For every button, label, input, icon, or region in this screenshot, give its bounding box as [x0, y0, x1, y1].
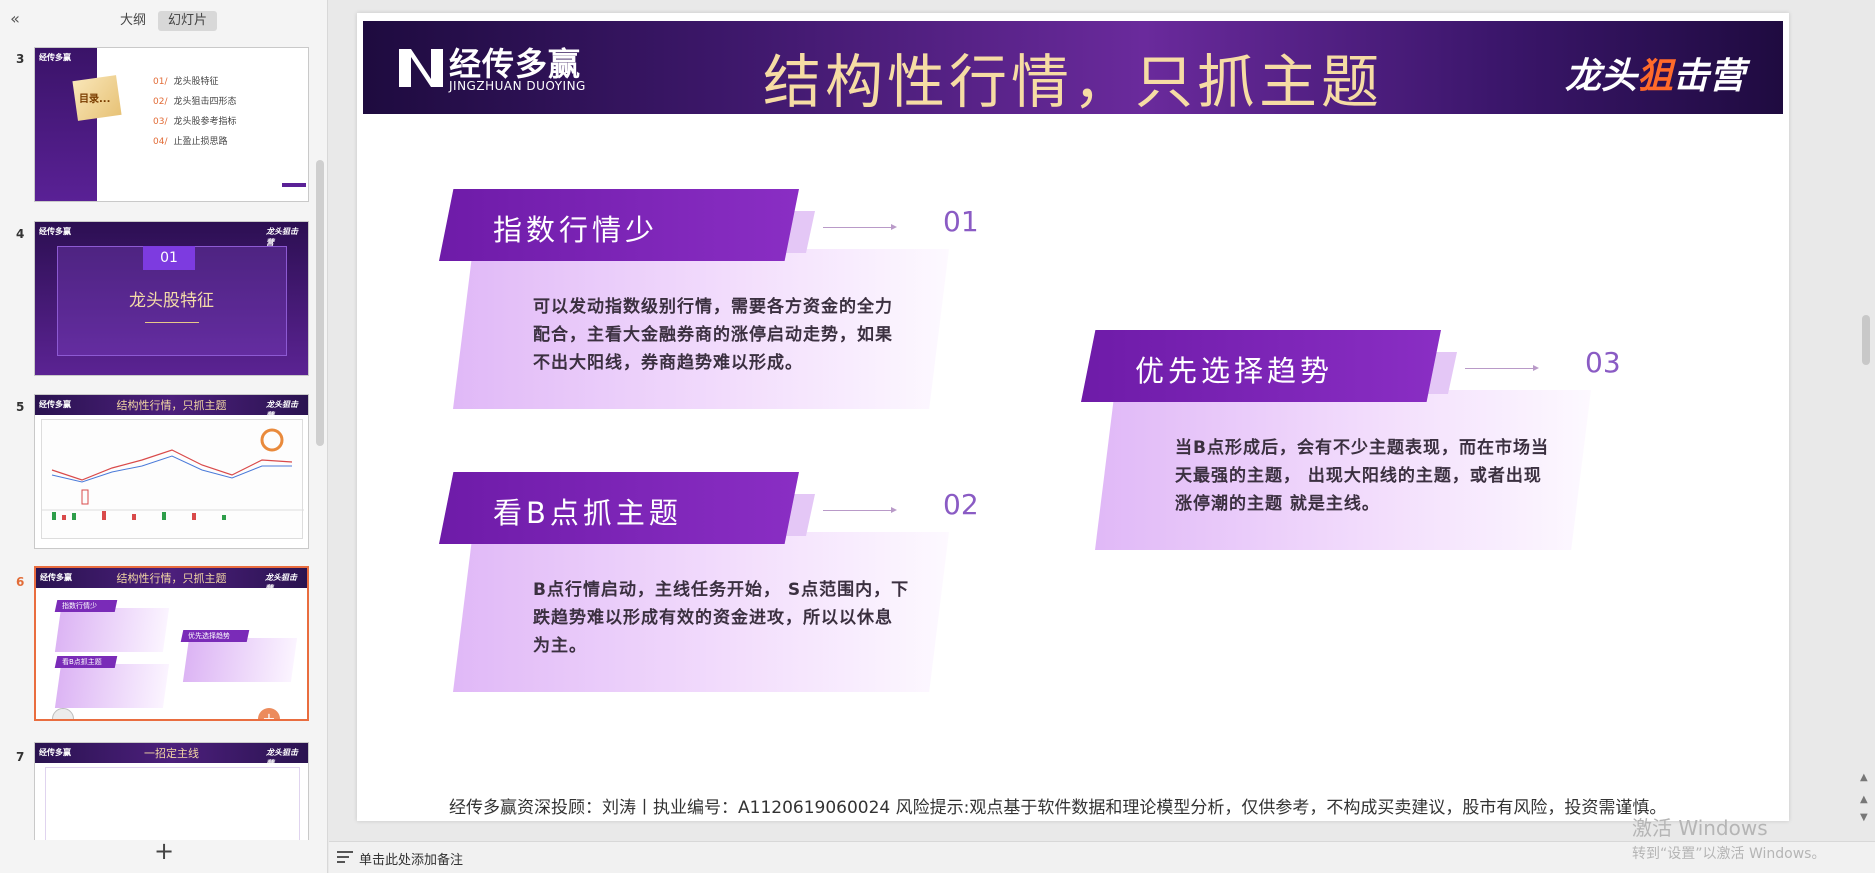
thumb-number: 6: [16, 575, 25, 589]
tab-outline[interactable]: 大纲: [110, 11, 156, 31]
brand-logo: 龙头狙击营: [1564, 56, 1745, 97]
next-slide-icon[interactable]: ▼: [1860, 812, 1868, 823]
thumb-brand: 龙头狙击营: [266, 227, 298, 247]
pane-header: « 大纲 幻灯片: [0, 0, 328, 40]
collapse-pane-icon[interactable]: «: [6, 10, 24, 28]
section-line: B点行情启动，主线任务开始， S点范围内，下: [533, 580, 910, 600]
thumb-toc-item: 04/止盈止损思路: [153, 137, 228, 147]
play-slide-icon[interactable]: [52, 708, 74, 719]
thumb-brand: 龙头狙击营: [266, 400, 298, 420]
thumb-number: 7: [16, 750, 25, 764]
thumb-section-label: 指数行情少: [62, 602, 97, 610]
thumb-divider: [145, 322, 199, 323]
thumb-section-badge: 01: [143, 246, 195, 270]
section-number: 02: [943, 488, 979, 521]
thumb-section-box: [54, 608, 170, 652]
thumb-section-box: [182, 638, 298, 682]
slide-banner: 经传多赢 JINGZHUAN DUOYING 结构性行情，只抓主题 龙头狙击营: [363, 21, 1783, 116]
thumb-logo: 经传多赢: [39, 53, 71, 62]
section-title: 优先选择趋势: [1135, 354, 1334, 388]
thumb-toc-item: 01/龙头股特征: [153, 77, 219, 87]
section-title: 看B点抓主题: [493, 496, 682, 530]
thumb-brand: 龙头狙击营: [266, 748, 298, 768]
section-line: 为主。: [533, 636, 587, 656]
thumbnail-list: 3 经传多赢 目录... 01/龙头股特征 02/龙头狙击四形态 03/龙头股参…: [0, 40, 316, 840]
thumbnail-slide-4[interactable]: 经传多赢 龙头狙击营 01 龙头股特征: [34, 221, 309, 376]
notes-icon: [337, 851, 353, 863]
thumb-brand: 龙头狙击营: [265, 573, 297, 593]
section-number: 03: [1585, 346, 1621, 379]
thumb-footer-mark: [282, 183, 306, 187]
thumb-chart-graphic: [42, 428, 304, 520]
section-line: 当B点形成后，会有不少主题表现，而在市场当: [1175, 438, 1549, 458]
section-title: 指数行情少: [493, 213, 659, 247]
section-line: 不出大阳线，券商趋势难以形成。: [533, 353, 803, 373]
arrow-right-icon: [823, 507, 897, 513]
thumb-logo: 经传多赢: [39, 227, 71, 236]
thumb-stock-chart: [41, 419, 304, 539]
thumb-section-label: 优先选择趋势: [188, 632, 230, 640]
thumbnail-slide-3[interactable]: 经传多赢 目录... 01/龙头股特征 02/龙头狙击四形态 03/龙头股参考指…: [34, 47, 309, 202]
section-body: 当B点形成后，会有不少主题表现，而在市场当 天最强的主题， 出现大阳线的主题，或…: [1175, 434, 1595, 518]
section-body: B点行情启动，主线任务开始， S点范围内，下 跌趋势难以形成有效的资金进攻，所以…: [533, 576, 953, 660]
section-line: 天最强的主题， 出现大阳线的主题，或者出现: [1175, 466, 1542, 486]
section-line: 配合，主看大金融券商的涨停启动走势，如果: [533, 325, 893, 345]
section-number: 01: [943, 205, 979, 238]
section-line: 可以发动指数级别行情，需要各方资金的全力: [533, 297, 893, 317]
windows-activation-watermark: 激活 Windows 转到“设置”以激活 Windows。: [1632, 812, 1825, 863]
slide-thumbnail-pane: « 大纲 幻灯片 3 经传多赢 目录... 01/龙头股特征 02/龙头狙击四形…: [0, 0, 328, 873]
thumbnail-slide-5[interactable]: 经传多赢 结构性行情，只抓主题 龙头狙击营: [34, 394, 309, 549]
add-slide-button[interactable]: +: [152, 839, 176, 864]
slide-editor: 经传多赢 JINGZHUAN DUOYING 结构性行情，只抓主题 龙头狙击营 …: [329, 0, 1875, 840]
thumb-toc-item: 03/龙头股参考指标: [153, 117, 237, 127]
section-01[interactable]: 指数行情少 01 可以发动指数级别行情，需要各方资金的全力 配合，主看大金融券商…: [439, 189, 979, 429]
thumb-decoration: [35, 48, 97, 201]
thumb-toc-item: 02/龙头狙击四形态: [153, 97, 237, 107]
thumb-number: 5: [16, 400, 25, 414]
prev-slide-icon[interactable]: ▲: [1860, 794, 1868, 805]
thumbnail-scrollbar[interactable]: [316, 160, 324, 446]
thumb-number: 4: [16, 227, 25, 241]
thumb-number: 3: [16, 52, 25, 66]
thumbnail-slide-7[interactable]: 经传多赢 一招定主线 龙头狙击营: [34, 742, 309, 840]
add-after-icon[interactable]: +: [258, 708, 280, 719]
notes-placeholder[interactable]: 单击此处添加备注: [359, 849, 463, 868]
thumbnail-slide-6[interactable]: 经传多赢 结构性行情，只抓主题 龙头狙击营 指数行情少 看B点抓主题 优先选择趋…: [34, 566, 309, 721]
risk-disclaimer: 经传多赢资深投顾：刘涛丨执业编号：A1120619060024 风险提示:观点基…: [449, 798, 1667, 818]
thumb-section-title: 龙头股特征: [129, 291, 214, 311]
arrow-right-icon: [1465, 365, 1539, 371]
thumb-catalogue-text: 目录...: [79, 94, 111, 105]
watermark-title: 激活 Windows: [1632, 816, 1768, 840]
section-03[interactable]: 优先选择趋势 03 当B点形成后，会有不少主题表现，而在市场当 天最强的主题， …: [1081, 330, 1621, 570]
tab-slides[interactable]: 幻灯片: [158, 11, 218, 31]
section-02[interactable]: 看B点抓主题 02 B点行情启动，主线任务开始， S点范围内，下 跌趋势难以形成…: [439, 472, 979, 712]
section-body: 可以发动指数级别行情，需要各方资金的全力 配合，主看大金融券商的涨停启动走势，如…: [533, 293, 953, 377]
slide-canvas[interactable]: 经传多赢 JINGZHUAN DUOYING 结构性行情，只抓主题 龙头狙击营 …: [357, 13, 1789, 821]
section-line: 涨停潮的主题 就是主线。: [1175, 494, 1380, 514]
section-line: 跌趋势难以形成有效的资金进攻，所以以休息: [533, 608, 893, 628]
thumb-content: [45, 767, 300, 840]
vertical-scrollbar[interactable]: [1862, 315, 1870, 365]
scroll-up-icon[interactable]: ▲: [1860, 772, 1868, 783]
thumb-section-box: [54, 664, 170, 708]
thumb-section-label: 看B点抓主题: [62, 658, 102, 666]
watermark-subtitle: 转到“设置”以激活 Windows。: [1632, 846, 1826, 862]
arrow-right-icon: [823, 224, 897, 230]
